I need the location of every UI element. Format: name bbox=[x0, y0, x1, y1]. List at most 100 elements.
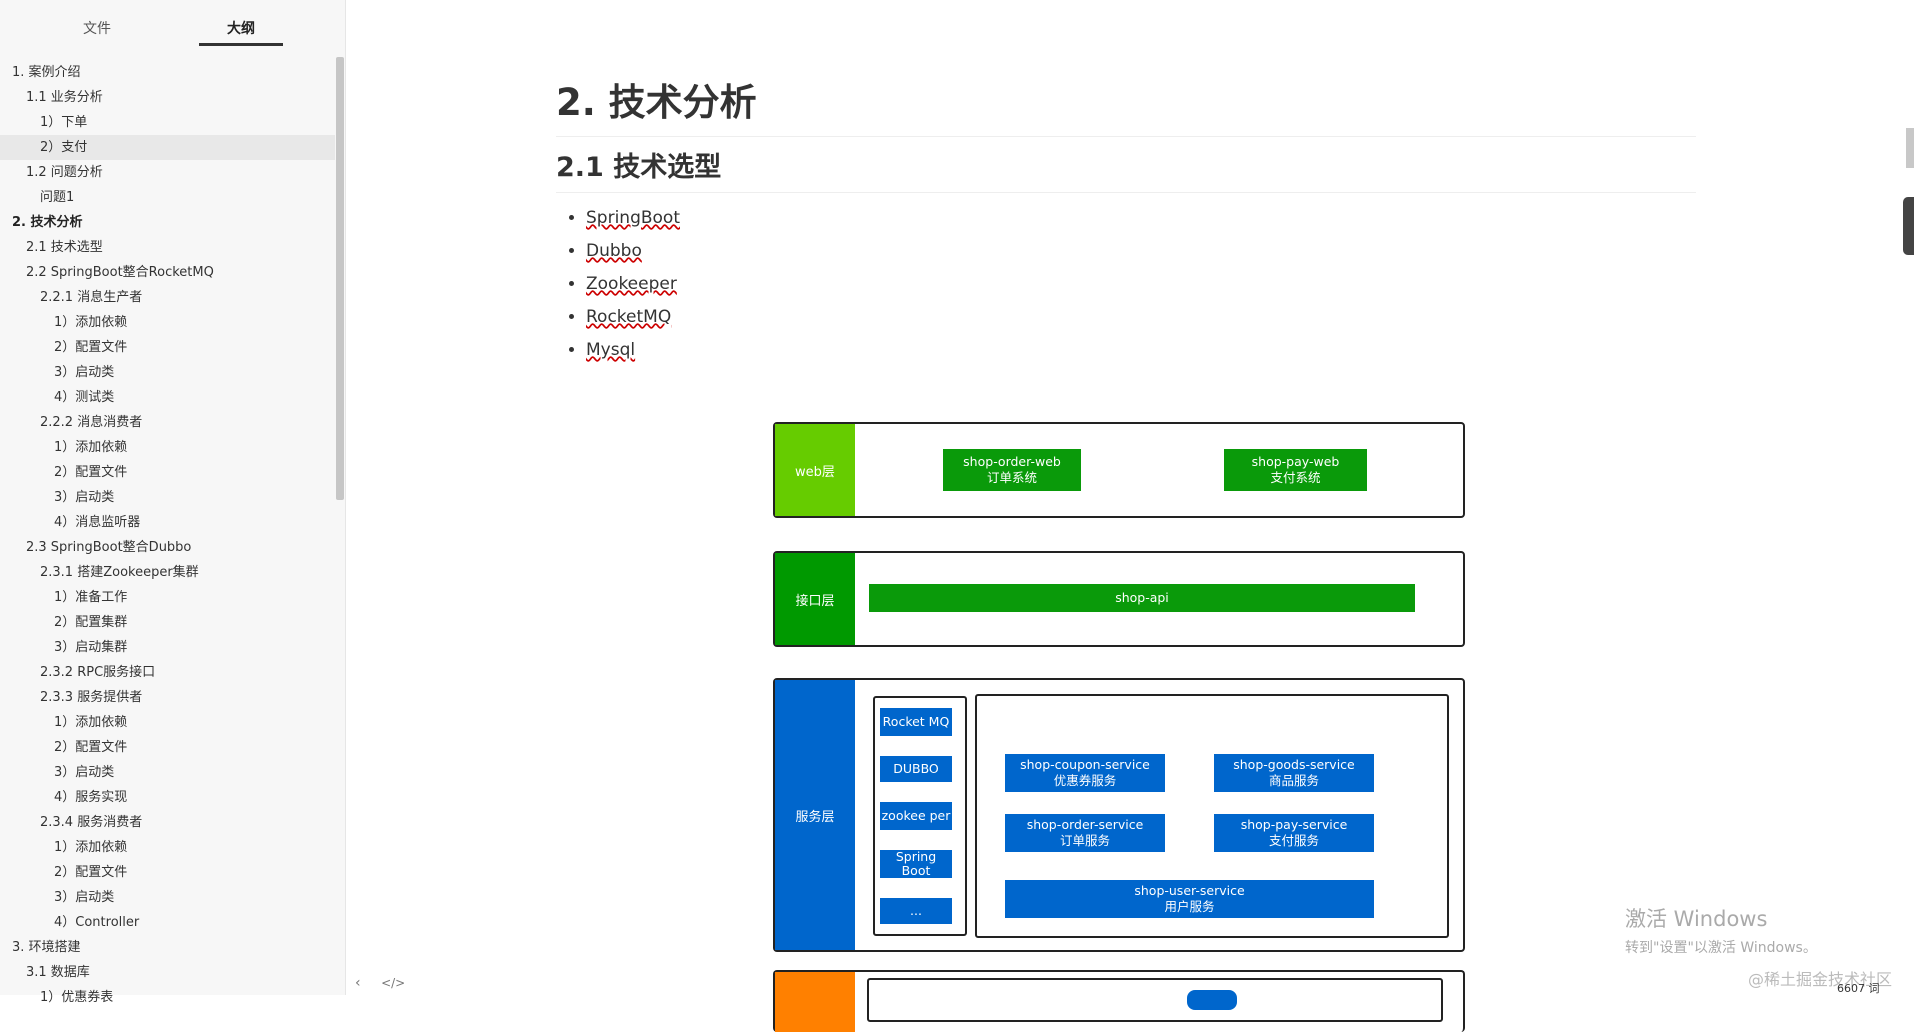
sidebar: 文件 大纲 1. 案例介绍 1.1 业务分析 1）下单 2）支付 1.2 问题分析 问题1… bbox=[0, 0, 346, 1005]
outline-tree: 1. 案例介绍 1.1 业务分析 1）下单 2）支付 1.2 问题分析 问题1 2. 技术分… bbox=[0, 60, 335, 1010]
outline-item[interactable]: 2）配置文件 bbox=[0, 460, 335, 485]
outline-item[interactable]: 1.2 问题分析 bbox=[0, 160, 335, 185]
outline-item[interactable]: 2）配置文件 bbox=[0, 735, 335, 760]
middleware-frame: Rocket MQ DUBBO zookee per Spring Boot .… bbox=[873, 696, 967, 936]
outline-item[interactable]: 4）Controller bbox=[0, 910, 335, 935]
outline-item[interactable]: 1）下单 bbox=[0, 110, 335, 135]
sidebar-scrollbar[interactable] bbox=[336, 57, 344, 500]
outline-item[interactable]: 3. 环境搭建 bbox=[0, 935, 335, 960]
source-code-icon[interactable]: </> bbox=[381, 976, 405, 990]
outline-item[interactable]: 3）启动类 bbox=[0, 760, 335, 785]
heading-technical-analysis: 2. 技术分析 bbox=[556, 72, 1696, 137]
tab-active-indicator bbox=[199, 43, 283, 46]
shop-order-web-box: shop-order-web 订单系统 bbox=[943, 449, 1081, 491]
outline-item[interactable]: 1）添加依赖 bbox=[0, 310, 335, 335]
diagram-web-layer: web层 shop-order-web 订单系统 shop-pay-web 支付… bbox=[773, 422, 1465, 518]
service-layer-label: 服务层 bbox=[775, 680, 855, 950]
shop-api-box: shop-api bbox=[869, 584, 1415, 612]
outline-item[interactable]: 2.3.2 RPC服务接口 bbox=[0, 660, 335, 685]
heading-tech-selection: 2.1 技术选型 bbox=[556, 145, 1696, 193]
windows-activation-watermark: 激活 Windows 转到"设置"以激活 Windows。 bbox=[1625, 903, 1817, 957]
sidebar-tabs: 文件 大纲 bbox=[0, 0, 345, 50]
box-subtitle: 订单服务 bbox=[1059, 833, 1110, 848]
link-rocketmq[interactable]: RocketMQ bbox=[586, 307, 671, 327]
data-frame bbox=[867, 978, 1443, 1022]
data-layer-label bbox=[775, 972, 855, 1032]
outline-item[interactable]: 2.2.2 消息消费者 bbox=[0, 410, 335, 435]
outline-item[interactable]: 3）启动类 bbox=[0, 885, 335, 910]
outline-item[interactable]: 2.2.1 消息生产者 bbox=[0, 285, 335, 310]
watermark-subtitle: 转到"设置"以激活 Windows。 bbox=[1625, 940, 1817, 956]
outline-item[interactable]: 2.3 SpringBoot整合Dubbo bbox=[0, 535, 335, 560]
outline-item[interactable]: 2.3.3 服务提供者 bbox=[0, 685, 335, 710]
shop-user-service-box: shop-user-service 用户服务 bbox=[1005, 880, 1374, 918]
outline-item[interactable]: 2.2 SpringBoot整合RocketMQ bbox=[0, 260, 335, 285]
tab-outline[interactable]: 大纲 bbox=[191, 18, 291, 38]
link-springboot[interactable]: SpringBoot bbox=[586, 208, 680, 228]
outline-item[interactable]: 2. 技术分析 bbox=[0, 210, 335, 235]
outline-item[interactable]: 1）准备工作 bbox=[0, 585, 335, 610]
outline-item[interactable]: 1. 案例介绍 bbox=[0, 60, 335, 85]
services-frame: shop-coupon-service 优惠券服务 shop-goods-ser… bbox=[975, 694, 1449, 938]
outline-item[interactable]: 4）测试类 bbox=[0, 385, 335, 410]
tech-list: SpringBoot Dubbo Zookeeper RocketMQ Mysq… bbox=[556, 202, 680, 367]
sidebar-footer: ‹ </> bbox=[355, 975, 421, 991]
middleware-springboot: Spring Boot bbox=[880, 850, 952, 878]
outline-item[interactable]: 4）服务实现 bbox=[0, 785, 335, 810]
outline-item[interactable]: 3）启动类 bbox=[0, 485, 335, 510]
box-title: shop-order-service bbox=[1026, 817, 1144, 832]
diagram-api-layer: 接口层 shop-api bbox=[773, 551, 1465, 647]
box-subtitle: 订单系统 bbox=[986, 470, 1037, 485]
list-item: Dubbo bbox=[586, 235, 680, 268]
outline-item[interactable]: 2）配置文件 bbox=[0, 335, 335, 360]
outline-item[interactable]: 2）配置文件 bbox=[0, 860, 335, 885]
api-layer-label: 接口层 bbox=[775, 553, 855, 645]
middleware-dubbo: DUBBO bbox=[880, 756, 952, 782]
outline-item[interactable]: 1）添加依赖 bbox=[0, 835, 335, 860]
web-layer-label: web层 bbox=[775, 424, 855, 516]
chevron-left-icon[interactable]: ‹ bbox=[355, 975, 361, 991]
tab-files[interactable]: 文件 bbox=[47, 18, 147, 38]
outline-item[interactable]: 1）添加依赖 bbox=[0, 435, 335, 460]
shop-order-service-box: shop-order-service 订单服务 bbox=[1005, 814, 1165, 852]
list-item: RocketMQ bbox=[586, 301, 680, 334]
middleware-more: ... bbox=[880, 898, 952, 924]
box-title: shop-goods-service bbox=[1233, 757, 1355, 772]
middleware-zookeeper: zookee per bbox=[880, 802, 952, 830]
middleware-rocketmq: Rocket MQ bbox=[880, 708, 952, 736]
box-title: shop-order-web bbox=[963, 454, 1061, 469]
link-zookeeper[interactable]: Zookeeper bbox=[586, 274, 677, 294]
outline-item[interactable]: 1）优惠券表 bbox=[0, 985, 335, 1010]
outline-item[interactable]: 2.3.1 搭建Zookeeper集群 bbox=[0, 560, 335, 585]
shop-coupon-service-box: shop-coupon-service 优惠券服务 bbox=[1005, 754, 1165, 792]
link-mysql[interactable]: Mysql bbox=[586, 340, 635, 360]
box-title: shop-api bbox=[1115, 590, 1169, 605]
word-count: 6607 词 bbox=[1837, 982, 1880, 995]
outline-item[interactable]: 1）添加依赖 bbox=[0, 710, 335, 735]
box-title: shop-pay-web bbox=[1251, 454, 1340, 469]
outline-item[interactable]: 4）消息监听器 bbox=[0, 510, 335, 535]
diagram-data-layer bbox=[773, 970, 1465, 1032]
outline-item[interactable]: 3）启动集群 bbox=[0, 635, 335, 660]
shop-goods-service-box: shop-goods-service 商品服务 bbox=[1214, 754, 1374, 792]
box-subtitle: 优惠券服务 bbox=[1053, 773, 1117, 788]
box-subtitle: 用户服务 bbox=[1164, 899, 1215, 914]
link-dubbo[interactable]: Dubbo bbox=[586, 241, 642, 261]
box-subtitle: 支付服务 bbox=[1268, 833, 1319, 848]
outline-item[interactable]: 2.1 技术选型 bbox=[0, 235, 335, 260]
box-subtitle: 商品服务 bbox=[1268, 773, 1319, 788]
list-item: SpringBoot bbox=[586, 202, 680, 235]
list-item: Mysql bbox=[586, 334, 680, 367]
main-scrollbar[interactable] bbox=[1906, 128, 1914, 168]
side-panel-handle[interactable] bbox=[1903, 197, 1914, 255]
outline-item[interactable]: 问题1 bbox=[0, 185, 335, 210]
outline-item[interactable]: 1.1 业务分析 bbox=[0, 85, 335, 110]
outline-item[interactable]: 2）配置集群 bbox=[0, 610, 335, 635]
watermark-title: 激活 Windows bbox=[1625, 907, 1768, 931]
outline-item[interactable]: 2）支付 bbox=[0, 135, 335, 160]
outline-item[interactable]: 2.3.4 服务消费者 bbox=[0, 810, 335, 835]
outline-item[interactable]: 3）启动类 bbox=[0, 360, 335, 385]
list-item: Zookeeper bbox=[586, 268, 680, 301]
database-box bbox=[1187, 990, 1237, 1010]
outline-item[interactable]: 3.1 数据库 bbox=[0, 960, 335, 985]
